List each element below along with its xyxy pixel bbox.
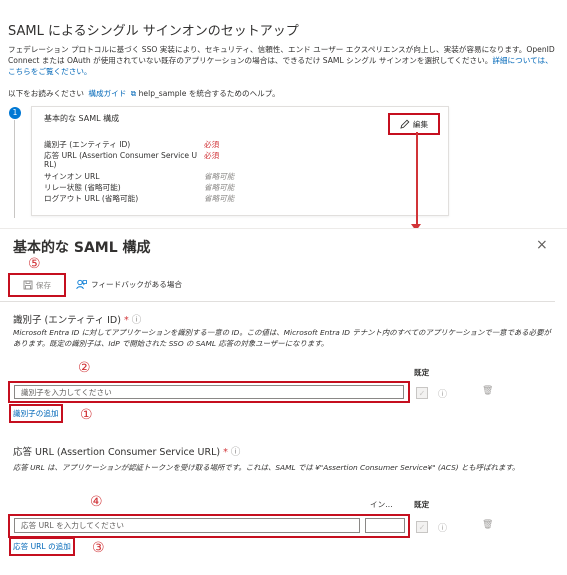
marker-three: ③: [92, 540, 105, 556]
identifier-section-label: 識別子 (エンティティ ID) * ⓘ: [13, 312, 141, 326]
reply-url-default-checkbox[interactable]: ✓: [416, 521, 428, 533]
identifier-info-icon[interactable]: ⓘ: [438, 387, 447, 400]
toolbar-divider: [0, 301, 555, 302]
info-icon[interactable]: ⓘ: [132, 315, 142, 326]
feedback-person-icon: [76, 279, 87, 290]
help-prefix: 以下をお読みください: [8, 89, 84, 98]
edit-button[interactable]: 編集: [388, 113, 440, 135]
reply-url-index-input[interactable]: [365, 518, 405, 533]
reply-url-info-icon[interactable]: ⓘ: [438, 521, 447, 534]
reply-url-label-text: 応答 URL (Assertion Consumer Service URL): [13, 447, 221, 458]
save-icon: [23, 280, 33, 290]
marker-five: ⑤: [28, 256, 41, 272]
step-connector-line: [14, 120, 15, 218]
identifier-label-text: 識別子 (エンティティ ID): [13, 315, 121, 326]
basic-saml-config-card: 基本的な SAML 構成 編集 識別子 (エンティティ ID) 必須 応答 UR…: [31, 106, 449, 216]
close-icon[interactable]: ×: [536, 237, 548, 253]
card-row-reply-url-label-cont: RL): [44, 160, 57, 169]
setup-description-text: フェデレーション プロトコルに基づく SSO 実装により、セキュリティ、信頼性、…: [8, 45, 555, 65]
marker-two: ②: [78, 360, 91, 376]
save-button-label: 保存: [35, 280, 52, 290]
page-title: SAML によるシングル サインオンのセットアップ: [8, 24, 299, 39]
required-asterisk: *: [123, 315, 129, 326]
info-icon[interactable]: ⓘ: [231, 447, 241, 458]
card-row-reply-url-label: 応答 URL (Assertion Consumer Service U: [44, 151, 198, 160]
help-line: 以下をお読みください 構成ガイド ⧉ help_sample を統合するためのヘ…: [8, 88, 280, 99]
card-row-sign-on-url-label: サインオン URL: [44, 172, 100, 181]
pencil-icon: [400, 119, 410, 129]
save-button[interactable]: 保存: [8, 273, 66, 297]
card-row-relay-state-value: 省略可能: [204, 183, 235, 192]
required-asterisk: *: [223, 447, 228, 458]
reply-url-description: 応答 URL は、アプリケーションが認証トークンを受け取る場所です。これは、SA…: [13, 463, 520, 472]
feedback-button[interactable]: フィードバックがある場合: [76, 279, 182, 290]
panel-title: 基本的な SAML 構成: [13, 240, 151, 256]
configuration-guide-link[interactable]: 構成ガイド: [88, 89, 126, 98]
card-row-relay-state-label: リレー状態 (省略可能): [44, 183, 121, 192]
add-identifier-link[interactable]: 識別子の追加: [9, 404, 63, 423]
setup-description: フェデレーション プロトコルに基づく SSO 実装により、セキュリティ、信頼性、…: [8, 44, 560, 77]
basic-saml-config-panel: 基本的な SAML 構成 × ⑤ 保存 フィードバックがある場合 識別子 (エン…: [0, 228, 567, 575]
reply-url-input[interactable]: [14, 518, 360, 533]
annotation-arrow-line: [416, 132, 418, 226]
reply-url-delete-icon[interactable]: 🗑: [482, 520, 493, 530]
edit-button-label: 編集: [412, 119, 429, 129]
marker-one: ①: [80, 407, 93, 423]
card-row-logout-url-label: ログアウト URL (省略可能): [44, 194, 139, 203]
external-link-icon: ⧉: [130, 89, 137, 98]
identifier-default-checkbox[interactable]: ✓: [416, 387, 428, 399]
feedback-label: フィードバックがある場合: [91, 280, 182, 289]
card-row-sign-on-url-value: 省略可能: [204, 172, 235, 181]
identifier-delete-icon[interactable]: 🗑: [482, 386, 493, 396]
card-row-identifier-value: 必須: [204, 140, 220, 149]
card-row-identifier-label: 識別子 (エンティティ ID): [44, 140, 131, 149]
reply-url-default-header: 既定: [414, 500, 430, 509]
marker-four: ④: [90, 494, 103, 510]
reply-url-section-label: 応答 URL (Assertion Consumer Service URL) …: [13, 444, 240, 458]
index-header: イン…: [370, 500, 393, 509]
card-row-logout-url-value: 省略可能: [204, 194, 235, 203]
card-row-reply-url-value: 必須: [204, 151, 220, 160]
identifier-description: Microsoft Entra ID に対してアプリケーションを識別する一意の …: [13, 328, 551, 348]
step-number-badge: 1: [9, 107, 21, 119]
card-title: 基本的な SAML 構成: [44, 114, 120, 123]
identifier-default-header: 既定: [414, 368, 430, 377]
add-reply-url-link[interactable]: 応答 URL の追加: [9, 537, 75, 556]
help-suffix: help_sample を統合するためのヘルプ。: [138, 89, 280, 98]
identifier-input[interactable]: [14, 385, 404, 399]
